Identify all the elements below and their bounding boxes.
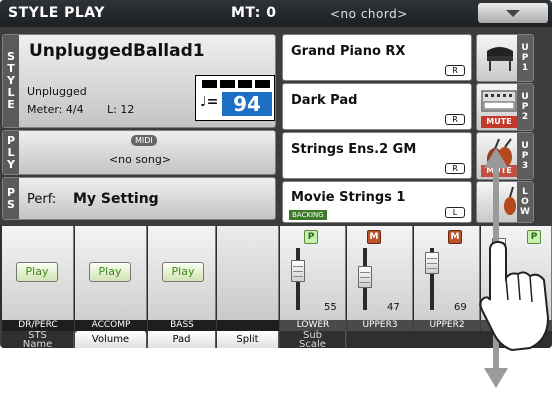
header-bar: STYLE PLAY MT: 0 <no chord> (0, 0, 552, 27)
tab-sts-name[interactable]: STS Name (2, 330, 74, 348)
mixer-channel-empty (217, 226, 279, 320)
right-hand-icon: R (445, 65, 465, 76)
fader-channel-lower: P 55 (280, 226, 346, 320)
mute-mode-badge[interactable]: M (367, 230, 381, 244)
channel-label: UPPER3 (347, 320, 413, 331)
tab-split[interactable]: Split (217, 331, 279, 348)
performance-tag: PS (3, 178, 19, 219)
midi-badge: MIDI (131, 135, 157, 146)
beat-indicator (202, 80, 270, 88)
sound-name: Dark Pad (291, 93, 358, 108)
grand-piano-icon (487, 47, 513, 71)
play-button-bass[interactable]: Play (162, 262, 204, 282)
tab-sub-scale[interactable]: Sub Scale (280, 330, 346, 348)
synth-keyboard-icon (481, 90, 517, 112)
tempo-value: 94 (222, 92, 272, 116)
mixer-channel-accomp: Play (75, 226, 147, 320)
performance-label: Perf: (27, 192, 57, 207)
player-panel[interactable]: PLY MIDI <no song> (2, 130, 276, 175)
sound-slot-upper1[interactable]: Grand Piano RX R (282, 34, 472, 81)
mixer-channel-drperc: Play (2, 226, 74, 320)
channel-label: BASS (148, 320, 216, 331)
sound-slot-upper3[interactable]: Strings Ens.2 GM R (282, 132, 472, 179)
upper2-tag: UP2 (517, 84, 533, 130)
master-transpose: MT: 0 (231, 5, 277, 21)
play-button-accomp[interactable]: Play (89, 262, 131, 282)
style-name: UnpluggedBallad1 (29, 41, 205, 61)
fader-handle[interactable] (291, 260, 305, 282)
performance-name: My Setting (73, 191, 159, 207)
page-title: STYLE PLAY (8, 5, 105, 21)
sound-name: Strings Ens.2 GM (291, 142, 417, 157)
play-button-drperc[interactable]: Play (16, 262, 58, 282)
song-name: <no song> (108, 153, 172, 166)
page-menu-button[interactable] (478, 3, 548, 23)
sound-slot-upper2[interactable]: Dark Pad R (282, 83, 472, 130)
mute-indicator: MUTE (481, 116, 517, 128)
play-mode-badge[interactable]: P (304, 230, 318, 244)
upper1-tile[interactable]: UP1 (476, 34, 534, 82)
channel-label (217, 320, 279, 331)
upper2-tile[interactable]: MUTE UP2 (476, 83, 534, 131)
fader-handle[interactable] (425, 252, 439, 274)
fader-channel-upper3: M 47 (347, 226, 413, 320)
style-panel[interactable]: STYLE UnpluggedBallad1 Unplugged Meter: … (2, 34, 276, 128)
mixer-channel-bass: Play (148, 226, 216, 320)
sound-slot-lower[interactable]: Movie Strings 1 BACKING L (282, 181, 472, 223)
fader-handle[interactable] (358, 266, 372, 288)
style-meter: Meter: 4/4 (27, 103, 84, 116)
right-hand-icon: R (445, 114, 465, 125)
backing-badge: BACKING (289, 210, 327, 220)
quarter-note-icon: ♩= (200, 94, 219, 110)
fader-value: 47 (387, 302, 400, 313)
touch-hand-icon (479, 148, 550, 388)
upper1-tag: UP1 (517, 35, 533, 81)
tempo-box[interactable]: ♩= 94 (195, 75, 275, 121)
performance-panel[interactable]: PS Perf: My Setting (2, 177, 276, 220)
channel-label: ACCOMP (75, 320, 147, 331)
fader-value: 55 (324, 302, 337, 313)
chord-display: <no chord> (330, 7, 408, 21)
style-category: Unplugged (27, 85, 87, 98)
sound-name: Movie Strings 1 (291, 190, 406, 205)
sound-name: Grand Piano RX (291, 44, 406, 59)
tab-volume[interactable]: Volume (75, 331, 147, 348)
tab-pad[interactable]: Pad (148, 331, 216, 348)
chevron-down-icon (506, 10, 520, 17)
style-length: L: 12 (107, 103, 135, 116)
style-tag: STYLE (3, 35, 19, 127)
